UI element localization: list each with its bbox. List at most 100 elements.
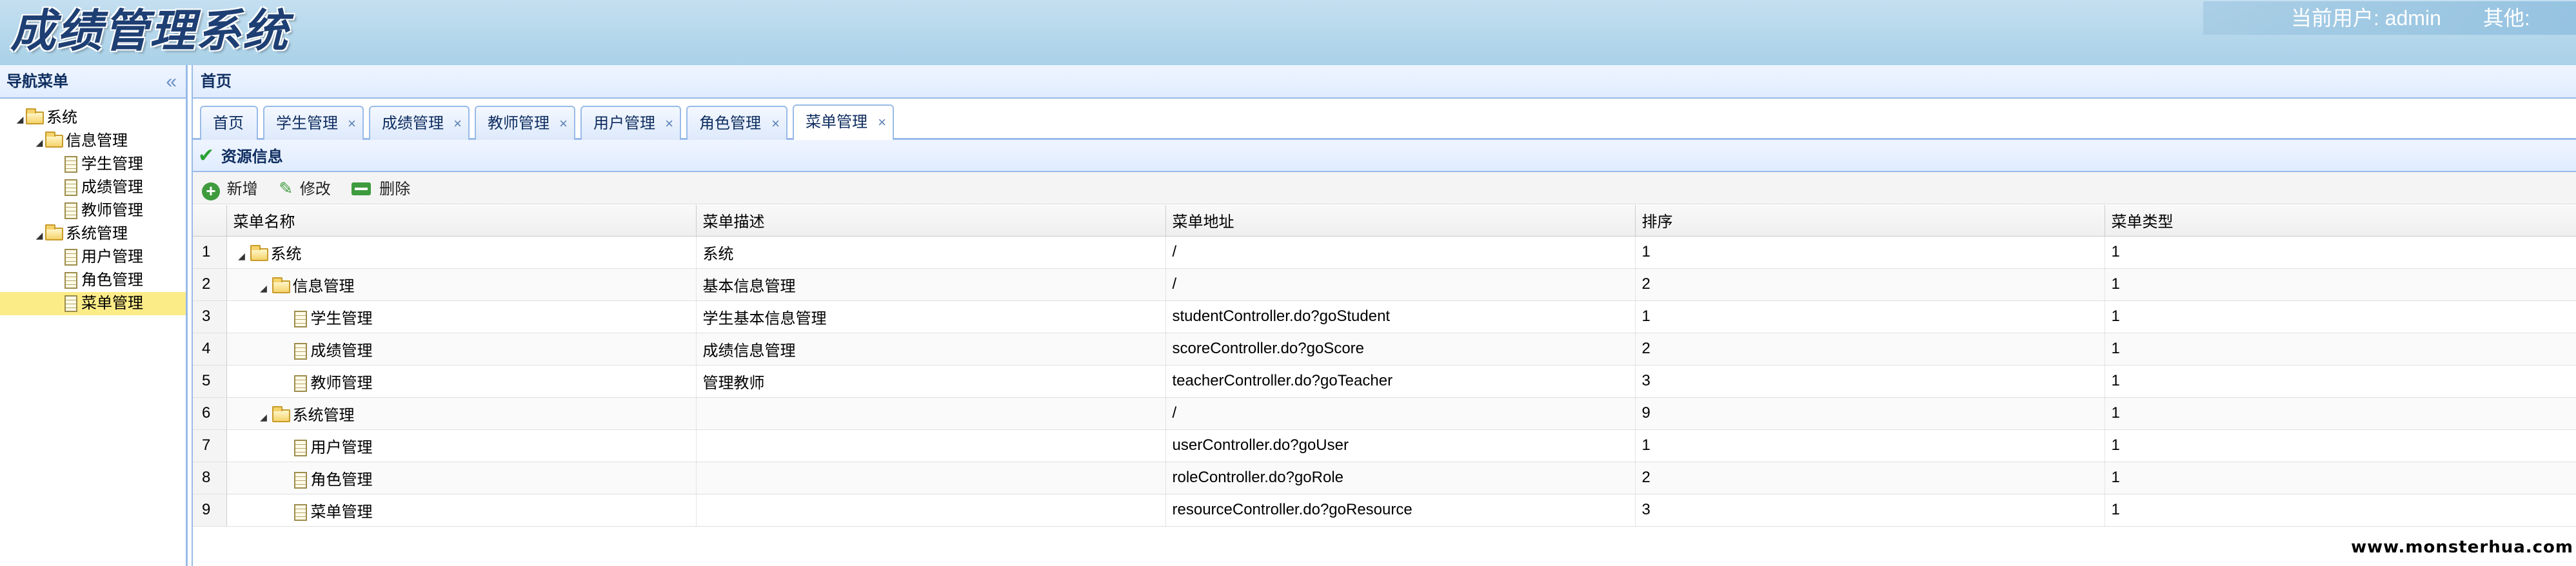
table-row[interactable]: 2 ◢ 信息管理 基本信息管理/2 1: [193, 268, 2576, 301]
cell-url[interactable]: resourceController.do?goResource: [1165, 494, 1636, 527]
cell-name[interactable]: ◢ 信息管理: [226, 268, 697, 301]
table-row[interactable]: 3 学生管理 学生基本信息管理 studentController.do?goStud…: [193, 300, 2576, 333]
tab-item[interactable]: 菜单管理 ×: [793, 104, 894, 141]
table-row[interactable]: 7 用户管理 userController.do?goUser 1 1: [193, 429, 2576, 462]
tab-item[interactable]: 学生管理 ×: [263, 106, 364, 140]
nav-tree-node[interactable]: 用户管理: [0, 246, 186, 269]
cell-description[interactable]: [696, 462, 1166, 494]
cell-order[interactable]: 2: [1635, 462, 2105, 494]
table-row[interactable]: 9 菜单管理 resourceController.do?goResource 3 1: [193, 494, 2576, 527]
cell-type[interactable]: 1: [2105, 429, 2576, 462]
cell-type[interactable]: 1: [2105, 268, 2576, 301]
cell-name[interactable]: 成绩管理: [226, 333, 697, 366]
nav-tree-node[interactable]: 学生管理: [0, 153, 186, 176]
cell-name[interactable]: ◢ 系统: [226, 236, 697, 269]
close-icon[interactable]: ×: [665, 107, 673, 140]
cell-order[interactable]: 1: [1635, 429, 2105, 462]
close-icon[interactable]: ×: [771, 107, 780, 140]
table-row[interactable]: 5 教师管理 管理教师 teacherController.do?goTeacher 3…: [193, 365, 2576, 398]
cell-order[interactable]: 3: [1635, 365, 2105, 398]
row-number: 5: [193, 365, 227, 398]
cell-description[interactable]: 基本信息管理: [696, 268, 1166, 301]
tab-home[interactable]: 首页: [200, 106, 258, 140]
table-row[interactable]: 4 成绩管理 成绩信息管理 scoreController.do?goScore 2 1: [193, 333, 2576, 366]
nav-tree-node[interactable]: ◢ 系统: [0, 106, 186, 130]
cell-order[interactable]: 1: [1635, 236, 2105, 269]
row-number: 9: [193, 494, 227, 527]
resource-panel: ✔ 资源信息 + 新增 ✎ 修改 删除 菜单名称 菜单描述 菜单地址 排序 菜单…: [192, 140, 2576, 566]
expand-arrow-icon[interactable]: ◢: [34, 224, 45, 247]
edit-button[interactable]: ✎ 修改: [279, 172, 330, 206]
cell-name[interactable]: 菜单管理: [226, 494, 697, 527]
nav-tree-node[interactable]: ◢ 系统管理: [0, 222, 186, 246]
cell-description[interactable]: 成绩信息管理: [696, 333, 1166, 366]
cell-type[interactable]: 1: [2105, 300, 2576, 333]
cell-type[interactable]: 1: [2105, 365, 2576, 398]
cell-type[interactable]: 1: [2105, 494, 2576, 527]
nav-tree-node[interactable]: ◢ 信息管理: [0, 130, 186, 153]
cell-name-label: 系统管理: [292, 406, 355, 424]
expand-arrow-icon[interactable]: ◢: [255, 283, 272, 294]
nav-tree-node[interactable]: 教师管理: [0, 199, 186, 222]
tab-bar: 首页 学生管理 × 成绩管理 × 教师管理 × 用户管理 × 角色管理 × 菜单管理 ×: [192, 99, 2576, 141]
cell-description[interactable]: 学生基本信息管理: [696, 300, 1166, 333]
cell-url[interactable]: /: [1165, 268, 1636, 301]
cell-name[interactable]: 用户管理: [226, 429, 697, 462]
nav-tree-node[interactable]: 成绩管理: [0, 176, 186, 199]
table-row[interactable]: 1 ◢ 系统 系统/1 1: [193, 236, 2576, 269]
cell-name[interactable]: 角色管理: [226, 462, 697, 494]
cell-name[interactable]: ◢ 系统管理: [226, 397, 697, 430]
cell-url[interactable]: userController.do?goUser: [1165, 429, 1636, 462]
expand-arrow-icon[interactable]: ◢: [233, 251, 250, 262]
column-header-type[interactable]: 菜单类型: [2105, 205, 2576, 237]
cell-order[interactable]: 2: [1635, 268, 2105, 301]
cell-url[interactable]: studentController.do?goStudent: [1165, 300, 1636, 333]
cell-order[interactable]: 9: [1635, 397, 2105, 430]
nav-tree-node[interactable]: 菜单管理: [0, 292, 186, 315]
cell-order[interactable]: 1: [1635, 300, 2105, 333]
close-icon[interactable]: ×: [453, 107, 462, 140]
column-header-name[interactable]: 菜单名称: [226, 205, 697, 237]
cell-url[interactable]: teacherController.do?goTeacher: [1165, 365, 1636, 398]
cell-name[interactable]: 教师管理: [226, 365, 697, 398]
cell-order[interactable]: 2: [1635, 333, 2105, 366]
add-button[interactable]: + 新增: [202, 173, 258, 206]
cell-name[interactable]: 学生管理: [226, 300, 697, 333]
cell-description[interactable]: 管理教师: [696, 365, 1166, 398]
cell-description[interactable]: [696, 494, 1166, 527]
nav-tree-node[interactable]: 角色管理: [0, 269, 186, 292]
expand-arrow-icon[interactable]: ◢: [255, 412, 272, 423]
close-icon[interactable]: ×: [348, 107, 356, 140]
expand-arrow-icon[interactable]: ◢: [14, 108, 26, 131]
tab-item[interactable]: 成绩管理 ×: [369, 106, 470, 140]
cell-type[interactable]: 1: [2105, 462, 2576, 494]
close-icon[interactable]: ×: [559, 107, 568, 140]
cell-url[interactable]: roleController.do?goRole: [1165, 462, 1636, 494]
column-header-url[interactable]: 菜单地址: [1165, 205, 1636, 237]
tab-item[interactable]: 教师管理 ×: [475, 106, 575, 140]
table-row[interactable]: 8 角色管理 roleController.do?goRole 2 1: [193, 462, 2576, 494]
nav-tree-label: 学生管理: [81, 155, 143, 173]
app-header: 成绩管理系统 当前用户: admin 其他:: [0, 0, 2576, 65]
cell-type[interactable]: 1: [2105, 397, 2576, 430]
cell-type[interactable]: 1: [2105, 333, 2576, 366]
column-header-order[interactable]: 排序: [1635, 205, 2105, 237]
cell-url[interactable]: /: [1165, 397, 1636, 430]
close-icon[interactable]: ×: [878, 106, 886, 139]
cell-type[interactable]: 1: [2105, 236, 2576, 269]
tab-item[interactable]: 用户管理 ×: [580, 106, 681, 140]
cell-name-label: 成绩管理: [310, 342, 373, 360]
cell-order[interactable]: 3: [1635, 494, 2105, 527]
column-header-description[interactable]: 菜单描述: [696, 205, 1166, 237]
cell-url[interactable]: /: [1165, 236, 1636, 269]
table-row[interactable]: 6 ◢ 系统管理 /9 1: [193, 397, 2576, 430]
nav-tree-label: 教师管理: [81, 202, 143, 219]
cell-description[interactable]: [696, 429, 1166, 462]
cell-description[interactable]: [696, 397, 1166, 430]
collapse-icon[interactable]: «: [166, 65, 177, 99]
expand-arrow-icon[interactable]: ◢: [34, 131, 45, 154]
delete-button[interactable]: 删除: [352, 173, 410, 206]
tab-item[interactable]: 角色管理 ×: [686, 106, 788, 140]
cell-url[interactable]: scoreController.do?goScore: [1165, 333, 1636, 366]
cell-description[interactable]: 系统: [696, 236, 1166, 269]
